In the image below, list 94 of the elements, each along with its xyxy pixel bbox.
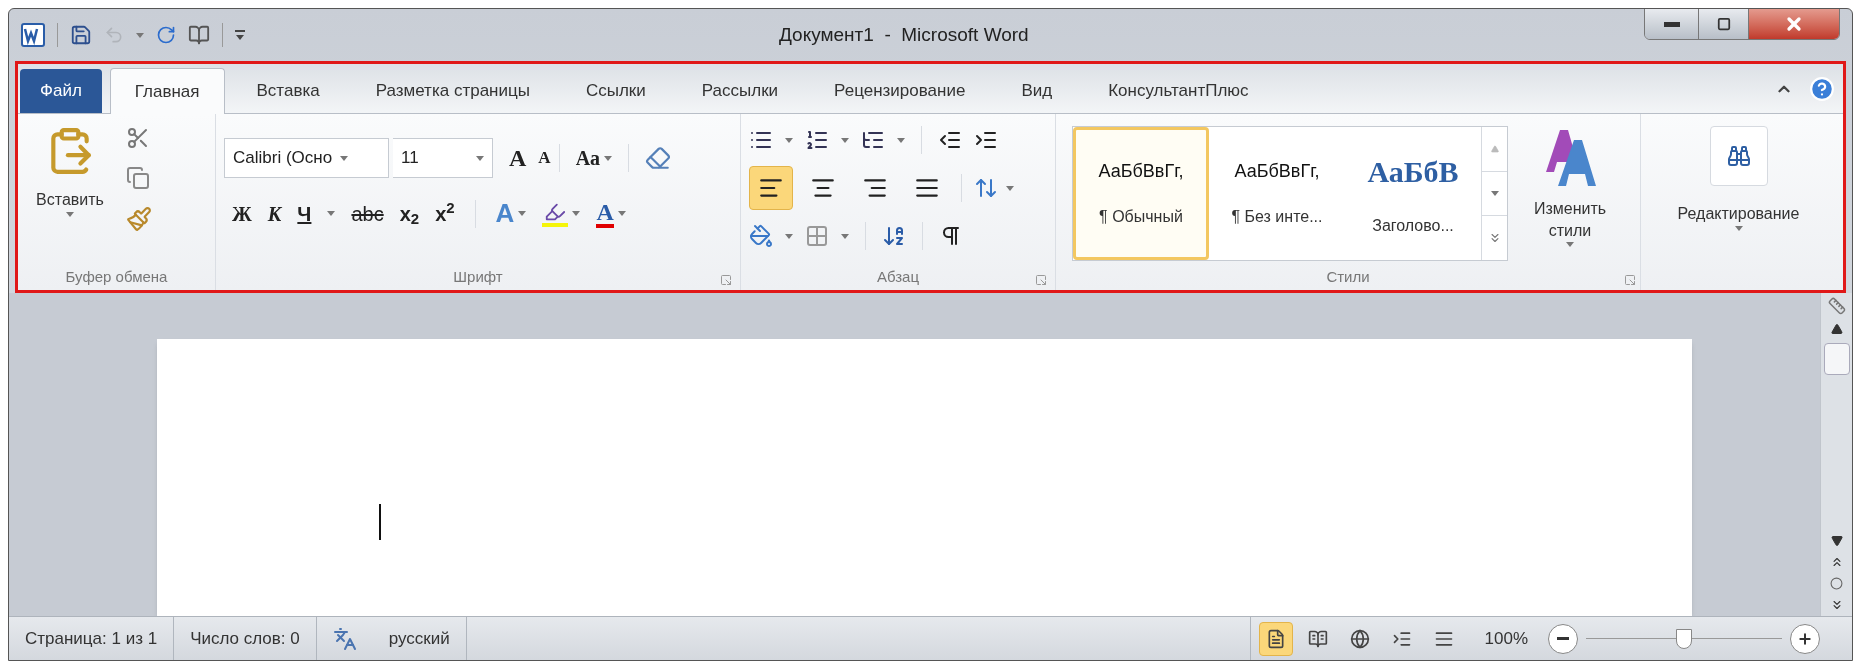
line-spacing-icon[interactable] (974, 176, 998, 200)
caret-icon (476, 155, 484, 161)
caret-icon (1490, 191, 1499, 196)
style-item[interactable]: АаБбВвГг, ¶ Без инте... (1209, 127, 1345, 260)
ruler-icon[interactable] (1827, 297, 1846, 315)
view-icon (1349, 628, 1370, 649)
help-icon[interactable] (1809, 75, 1835, 102)
shrink-font-button[interactable]: A (538, 145, 551, 171)
caret-icon (617, 211, 626, 216)
format-button[interactable]: x$^{2}$ (435, 198, 455, 229)
caret-icon (1566, 242, 1574, 247)
change-styles-button[interactable]: Изменить стили (1516, 122, 1624, 264)
proofing-icon[interactable] (332, 626, 357, 651)
ribbon-tab[interactable]: Ссылки (561, 69, 670, 113)
format-button[interactable]: abc (351, 198, 384, 229)
shading-icon[interactable] (749, 224, 773, 248)
caret-icon (136, 32, 144, 38)
copy-icon[interactable] (126, 166, 150, 190)
group-label: Буфер обмена (65, 266, 168, 287)
change-case-button[interactable]: Aa (575, 143, 613, 173)
word-count[interactable]: Число слов: 0 (174, 617, 317, 660)
scroll-thumb[interactable] (1823, 343, 1850, 375)
caret-icon (841, 233, 849, 239)
style-item[interactable]: АаБбВ Заголово... (1345, 127, 1481, 260)
borders-icon[interactable] (805, 224, 829, 248)
sort-icon[interactable] (882, 224, 906, 248)
close-icon (1784, 14, 1804, 34)
page-status[interactable]: Страница: 1 из 1 (9, 617, 175, 660)
format-button[interactable]: К (267, 198, 282, 229)
zoom-in-button[interactable] (1790, 623, 1820, 654)
style-item[interactable]: АаБбВвГг, ¶ Обычный (1073, 127, 1209, 260)
language-status[interactable]: русский (388, 625, 450, 652)
zoom-out-button[interactable] (1548, 623, 1578, 654)
ribbon-tab[interactable]: КонсультантПлюс (1084, 69, 1273, 113)
minimize-icon (1663, 21, 1680, 27)
caret-icon (785, 233, 793, 239)
caret-icon (1006, 185, 1014, 191)
caret-icon (518, 211, 527, 216)
grow-font-button[interactable]: A (509, 140, 527, 176)
file-tab[interactable]: Файл (20, 69, 102, 113)
ribbon-tab[interactable]: Рецензирование (810, 69, 990, 113)
binoculars-icon (1726, 144, 1751, 168)
browse-object-icon[interactable] (1830, 577, 1843, 590)
caret-icon (1734, 226, 1743, 231)
scroll-up-icon[interactable] (1830, 323, 1843, 335)
maximize-icon (1716, 17, 1731, 31)
up-arrow-icon (1490, 144, 1499, 153)
font-name-field[interactable]: Calibri (Осно (224, 138, 389, 178)
font-color-button[interactable]: A (596, 199, 626, 228)
cut-icon[interactable] (126, 126, 150, 150)
align-button[interactable] (749, 166, 793, 210)
group-label: Абзац (876, 266, 920, 287)
caret-icon (327, 211, 336, 216)
caret-icon (785, 137, 793, 143)
plus-icon (1797, 630, 1813, 647)
caret-icon (66, 212, 74, 217)
format-button[interactable]: Ч (297, 198, 312, 229)
ribbon-tab[interactable]: Рассылки (677, 69, 803, 113)
customize-toolbar-icon[interactable] (235, 29, 245, 41)
scroll-down-icon[interactable] (1830, 535, 1843, 547)
clear-formatting-icon[interactable] (645, 145, 672, 171)
save-icon[interactable] (70, 24, 92, 46)
view-button[interactable] (1258, 621, 1293, 656)
caret-icon (340, 155, 349, 161)
minus-icon (1557, 637, 1569, 640)
ribbon-tab[interactable]: Разметка страницы (351, 69, 554, 113)
close-button[interactable] (1749, 9, 1839, 39)
group-label: Шрифт (453, 266, 503, 287)
caret-icon (841, 137, 849, 143)
ribbon-tab[interactable]: Главная (109, 68, 225, 114)
format-painter-icon[interactable] (126, 206, 152, 232)
app-logo-icon[interactable] (21, 23, 45, 47)
maximize-button[interactable] (1699, 9, 1749, 39)
caret-icon (897, 137, 905, 143)
zoom-slider[interactable] (1586, 628, 1782, 649)
group-label: Стили (1326, 266, 1370, 287)
ribbon-tab[interactable]: Вставка (232, 69, 344, 113)
numbering-icon[interactable] (805, 128, 829, 152)
minimize-button[interactable] (1645, 9, 1699, 39)
font-size-field[interactable]: 11 (393, 138, 493, 178)
view-icon (1307, 628, 1328, 649)
zoom-level[interactable]: 100% (1484, 625, 1528, 652)
format-button[interactable]: Ж (232, 198, 252, 229)
editing-button[interactable]: Редактирование (1649, 122, 1828, 264)
redo-icon[interactable] (156, 25, 176, 45)
format-button[interactable]: x$_{2}$ (399, 198, 420, 229)
caret-icon (572, 211, 581, 216)
ribbon-tab[interactable]: Вид (997, 69, 1077, 113)
window-title: Документ1 - Microsoft Word (779, 24, 1029, 45)
paste-button[interactable]: Вставить (26, 122, 114, 264)
slider-thumb[interactable] (1676, 628, 1692, 649)
text-cursor (379, 504, 381, 540)
book-icon[interactable] (188, 24, 210, 46)
caret-icon (604, 155, 613, 161)
